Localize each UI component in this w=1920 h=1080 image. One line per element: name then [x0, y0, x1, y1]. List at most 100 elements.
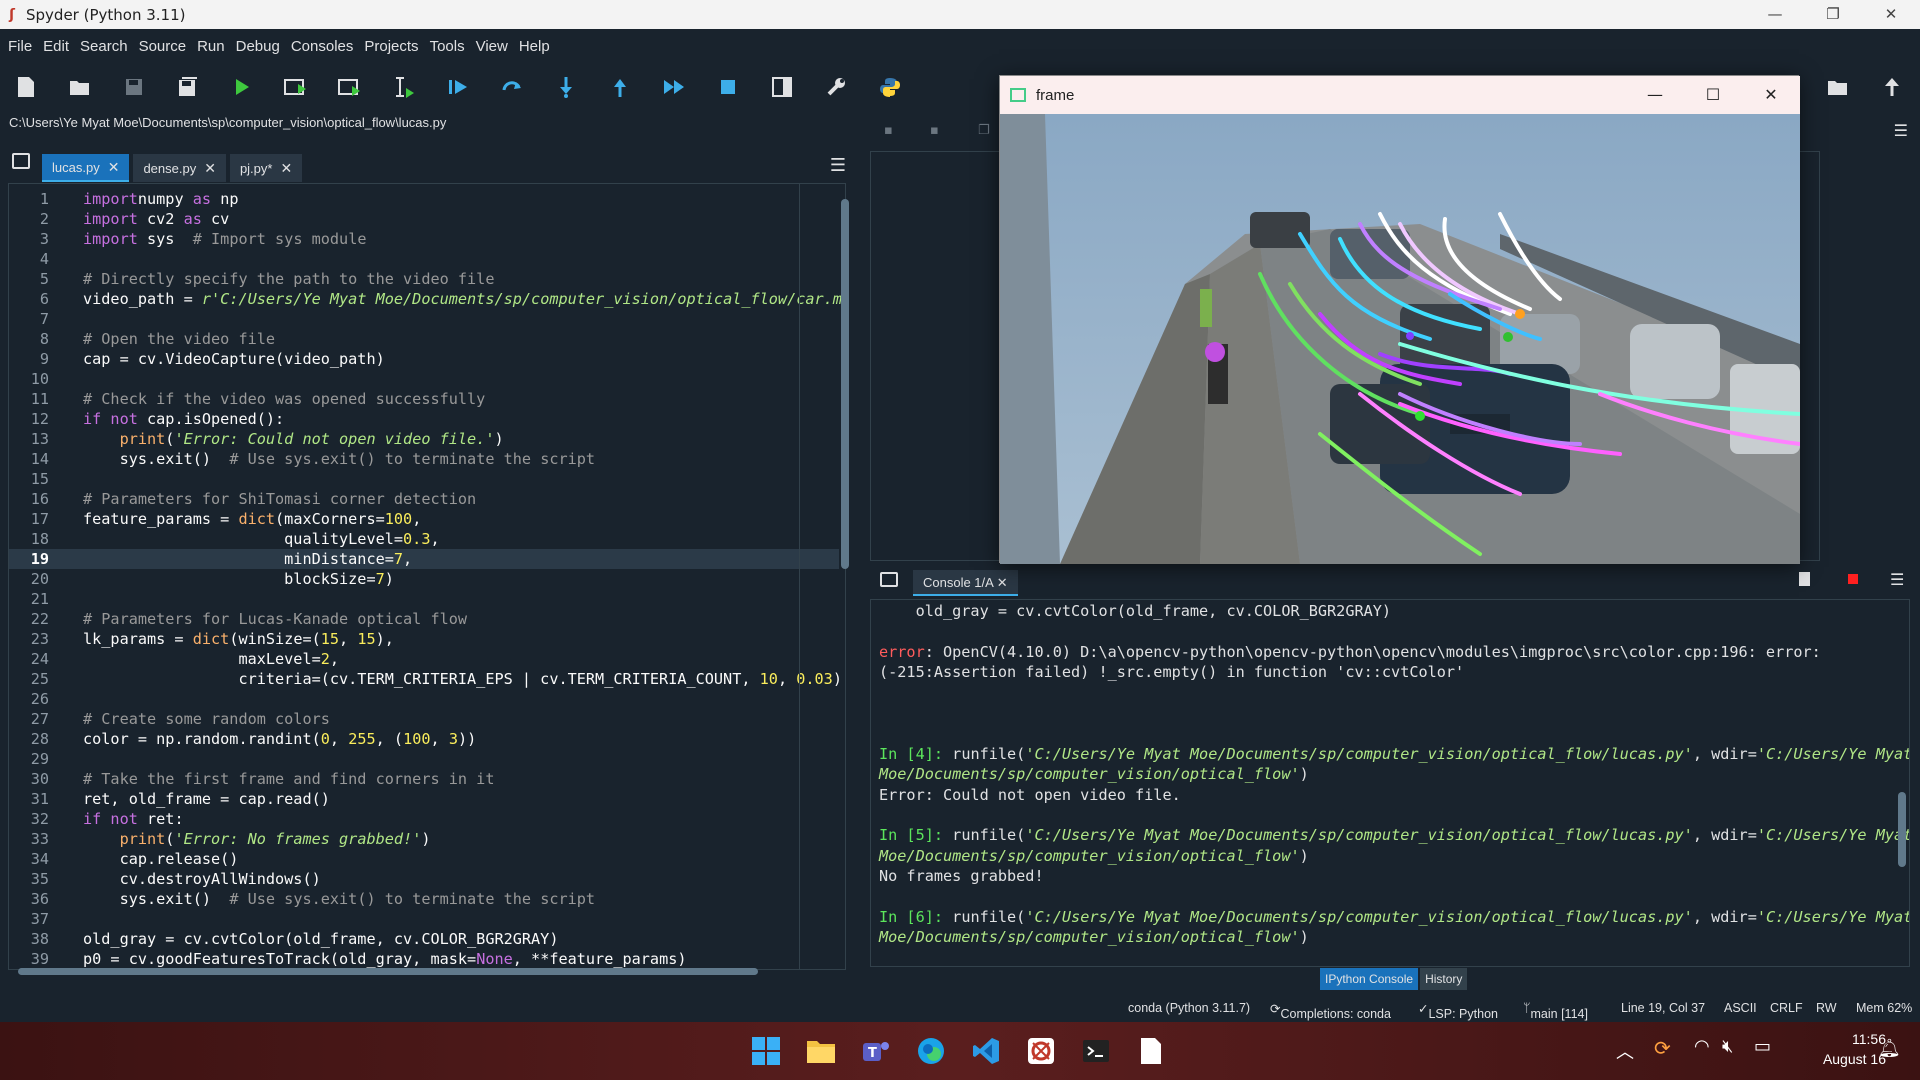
menu-consoles[interactable]: Consoles [291, 38, 354, 55]
run-icon[interactable] [228, 73, 256, 101]
tab-dense[interactable]: dense.py ✕ [133, 154, 226, 182]
frame-title-bar[interactable]: frame — ☐ ✕ [1000, 76, 1800, 114]
close-console-tab-icon[interactable]: ✕ [997, 575, 1008, 590]
menu-debug[interactable]: Debug [236, 38, 280, 55]
step-into-icon[interactable] [552, 73, 580, 101]
wifi-icon[interactable]: ◠ [1694, 1036, 1710, 1057]
menu-run[interactable]: Run [197, 38, 225, 55]
remove-variables-icon[interactable] [1799, 572, 1810, 586]
code-line[interactable]: 1 importnumpy as np [9, 189, 839, 209]
code-line[interactable]: 33 print('Error: No frames grabbed!') [9, 829, 839, 849]
battery-icon[interactable]: ▭ [1754, 1036, 1771, 1057]
code-line[interactable]: 26 [9, 689, 839, 709]
start-button-windows-icon[interactable] [746, 1031, 786, 1071]
code-line[interactable]: 36 sys.exit() # Use sys.exit() to termin… [9, 889, 839, 909]
close-tab-icon[interactable]: ✕ [280, 160, 292, 177]
browse-folder-icon[interactable] [1824, 73, 1852, 101]
browse-tabs-icon[interactable] [12, 153, 30, 169]
save-data-icon[interactable]: ▪ [884, 123, 893, 138]
parent-directory-icon[interactable] [1878, 73, 1906, 101]
menu-projects[interactable]: Projects [364, 38, 418, 55]
menu-file[interactable]: File [8, 38, 32, 55]
copy-icon[interactable]: ❐ [978, 123, 990, 138]
spyder-taskbar-icon[interactable] [1021, 1031, 1061, 1071]
code-line[interactable]: 31 ret, old_frame = cap.read() [9, 789, 839, 809]
browse-console-tabs-icon[interactable] [880, 572, 898, 587]
editor-options-menu-icon[interactable]: ☰ [830, 155, 846, 176]
code-line[interactable]: 27 # Create some random colors [9, 709, 839, 729]
menu-tools[interactable]: Tools [430, 38, 465, 55]
menu-source[interactable]: Source [139, 38, 187, 55]
file-explorer-icon[interactable] [801, 1031, 841, 1071]
code-line[interactable]: 9 cap = cv.VideoCapture(video_path) [9, 349, 839, 369]
interrupt-kernel-icon[interactable] [1848, 574, 1858, 584]
code-line[interactable]: 7 [9, 309, 839, 329]
code-line[interactable]: 37 [9, 909, 839, 929]
code-line[interactable]: 5 # Directly specify the path to the vide… [9, 269, 839, 289]
tab-history[interactable]: History [1420, 968, 1468, 990]
close-tab-icon[interactable]: ✕ [204, 160, 216, 177]
code-line[interactable]: 14 sys.exit() # Use sys.exit() to termin… [9, 449, 839, 469]
code-line[interactable]: 3 import sys # Import sys module [9, 229, 839, 249]
frame-close-button[interactable]: ✕ [1742, 76, 1800, 114]
close-button[interactable]: ✕ [1862, 0, 1920, 29]
editor-horizontal-scrollbar[interactable] [8, 966, 838, 976]
opencv-frame-window[interactable]: frame — ☐ ✕ [999, 75, 1800, 564]
menu-view[interactable]: View [476, 38, 508, 55]
frame-maximize-button[interactable]: ☐ [1684, 76, 1742, 114]
code-line[interactable]: 12 if not cap.isOpened(): [9, 409, 839, 429]
code-line[interactable]: 22 # Parameters for Lucas-Kanade optical … [9, 609, 839, 629]
code-line[interactable]: 25 criteria=(cv.TERM_CRITERIA_EPS | cv.T… [9, 669, 842, 689]
maximize-button[interactable]: ❐ [1804, 0, 1862, 29]
pane-options-menu-icon[interactable]: ☰ [1894, 121, 1908, 140]
save-all-icon[interactable] [174, 73, 202, 101]
status-env[interactable]: conda (Python 3.11.7) [1128, 1001, 1250, 1015]
preferences-wrench-icon[interactable] [822, 73, 850, 101]
stop-icon[interactable] [714, 73, 742, 101]
code-line[interactable]: 4 [9, 249, 839, 269]
terminal-icon[interactable] [1076, 1031, 1116, 1071]
code-line[interactable]: 6 video_path = r'C:/Users/Ye Myat Moe/Doc… [9, 289, 842, 309]
minimize-button[interactable]: — [1746, 0, 1804, 29]
save-icon[interactable] [120, 73, 148, 101]
code-line[interactable]: 13 print('Error: Could not open video fi… [9, 429, 839, 449]
menu-edit[interactable]: Edit [43, 38, 69, 55]
code-editor[interactable]: 1 importnumpy as np 2 import cv2 as cv 3 impo… [8, 183, 846, 970]
code-line[interactable]: 29 [9, 749, 839, 769]
code-line[interactable]: 15 [9, 469, 839, 489]
console-output[interactable]: old_gray = cv.cvtColor(old_frame, cv.COL… [870, 599, 1910, 967]
code-line[interactable]: 23 lk_params = dict(winSize=(15, 15), [9, 629, 839, 649]
code-line[interactable]: 21 [9, 589, 839, 609]
debug-icon[interactable] [444, 73, 472, 101]
sync-icon[interactable]: ⟳ [1654, 1036, 1671, 1060]
code-line[interactable]: 16 # Parameters for ShiTomasi corner dete… [9, 489, 839, 509]
new-file-icon[interactable] [12, 73, 40, 101]
step-return-icon[interactable] [606, 73, 634, 101]
code-line[interactable]: 11 # Check if the video was opened succes… [9, 389, 839, 409]
tab-ipython-console[interactable]: IPython Console [1320, 968, 1419, 990]
python-path-icon[interactable] [876, 73, 904, 101]
teams-icon[interactable]: T [856, 1031, 896, 1071]
run-cell-icon[interactable] [282, 73, 310, 101]
maximize-pane-icon[interactable] [768, 73, 796, 101]
code-line[interactable]: 8 # Open the video file [9, 329, 839, 349]
console-options-menu-icon[interactable]: ☰ [1890, 570, 1904, 589]
code-line[interactable]: 18 qualityLevel=0.3, [9, 529, 839, 549]
code-line[interactable]: 32 if not ret: [9, 809, 839, 829]
tab-lucas[interactable]: lucas.py ✕ [42, 154, 130, 182]
menu-search[interactable]: Search [80, 38, 128, 55]
editor-vertical-scrollbar[interactable] [840, 189, 850, 964]
clock-date[interactable]: August 16 [1786, 1051, 1886, 1067]
code-line[interactable]: 10 [9, 369, 839, 389]
continue-icon[interactable] [660, 73, 688, 101]
clock-time[interactable]: 11:56 [1806, 1031, 1886, 1047]
open-file-icon[interactable] [66, 73, 94, 101]
code-line[interactable]: 35 cv.destroyAllWindows() [9, 869, 839, 889]
close-tab-icon[interactable]: ✕ [108, 159, 120, 176]
code-line[interactable]: 17 feature_params = dict(maxCorners=100, [9, 509, 839, 529]
console-scrollbar[interactable] [1898, 652, 1906, 872]
run-cell-advance-icon[interactable] [336, 73, 364, 101]
frame-minimize-button[interactable]: — [1626, 76, 1684, 114]
tab-console-1a[interactable]: Console 1/A ✕ [913, 570, 1018, 596]
notepad-icon[interactable] [1131, 1031, 1171, 1071]
